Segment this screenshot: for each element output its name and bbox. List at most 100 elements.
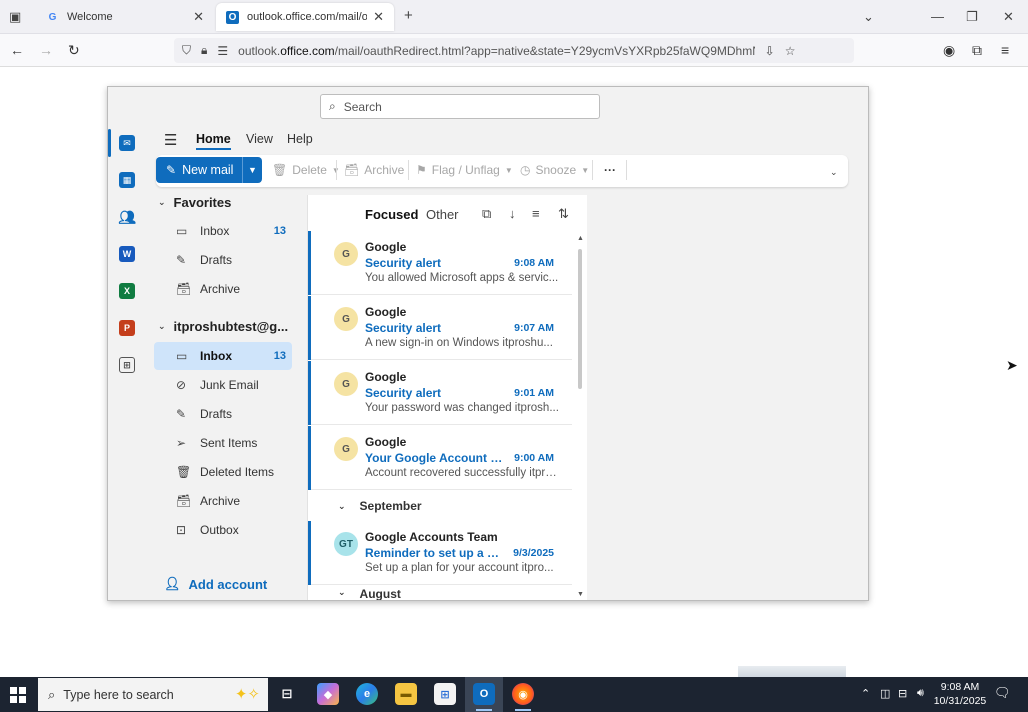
group-header-september[interactable]: ⌄ September xyxy=(308,491,572,521)
archive-button[interactable]: 🗃︎ Archive xyxy=(344,163,404,177)
powerpoint-icon[interactable]: P xyxy=(119,320,135,336)
url-path: /mail/oauthRedirect.html?app=native&stat… xyxy=(334,43,755,58)
list-item[interactable]: G Google Your Google Account was... 9:00… xyxy=(308,426,572,490)
scrollbar-thumb[interactable] xyxy=(578,249,582,389)
tab-welcome[interactable]: G Welcome ✕ xyxy=(36,3,214,31)
folder-favorites-inbox[interactable]: ▭ Inbox 13 xyxy=(154,217,292,245)
forward-icon[interactable]: → xyxy=(39,42,53,58)
list-all-tabs-icon[interactable]: ⌄ xyxy=(863,9,874,25)
folder-archive[interactable]: 🗃︎ Archive xyxy=(154,487,292,515)
expand-ribbon-icon[interactable]: ⌄ xyxy=(830,167,838,178)
browser-tab-bar: ▣ G Welcome ✕ O outlook.office.com/mail/… xyxy=(0,0,1028,34)
message-list-scrollbar[interactable]: ▲ ▼ xyxy=(577,235,584,600)
favorites-title: Favorites xyxy=(173,195,232,210)
snooze-button[interactable]: ◷ Snooze ▼ xyxy=(520,163,589,177)
list-item[interactable]: GT Google Accounts Team Reminder to set … xyxy=(308,521,572,585)
jump-down-icon[interactable]: ↓ xyxy=(509,206,516,221)
tab-outlook[interactable]: O outlook.office.com/mail/oauthR ✕ xyxy=(216,3,394,31)
file-explorer-icon[interactable]: ▬ xyxy=(395,683,417,705)
install-app-icon[interactable]: ⇩ xyxy=(765,44,775,58)
folder-drafts[interactable]: ✎ Drafts xyxy=(154,400,292,428)
minimize-icon[interactable]: — xyxy=(931,9,944,24)
account-icon[interactable]: ◉ xyxy=(943,42,955,59)
list-item[interactable]: G Google Security alert 9:07 AM A new si… xyxy=(308,296,572,360)
close-tab-icon[interactable]: ✕ xyxy=(373,9,384,25)
word-icon[interactable]: W xyxy=(119,246,135,262)
address-bar[interactable]: ⛉ 🔒︎ ☰ outlook. office.com /mail/oauthRe… xyxy=(174,38,854,63)
ribbon-divider xyxy=(592,160,593,180)
new-mail-dropdown[interactable]: ▼ xyxy=(242,157,262,183)
extensions-icon[interactable]: ⧉ xyxy=(972,42,982,59)
notifications-icon[interactable]: 🗨︎ xyxy=(994,685,1011,701)
tab-view[interactable]: View xyxy=(246,132,273,146)
scroll-up-icon[interactable]: ▲ xyxy=(577,235,584,242)
task-view-icon[interactable]: ⊟ xyxy=(276,683,298,705)
tab-help[interactable]: Help xyxy=(287,132,313,146)
filter-icon[interactable]: ≡ xyxy=(532,206,540,221)
tab-home[interactable]: Home xyxy=(196,132,231,150)
menu-icon[interactable]: ≡ xyxy=(1001,42,1009,58)
volume-icon[interactable]: 🔊︎ xyxy=(917,687,924,700)
tab-list-icon[interactable]: ▣ xyxy=(9,9,21,25)
folder-sent-items[interactable]: ➢ Sent Items xyxy=(154,429,292,457)
message-list: Focused Other ⧉ ↓ ≡ ⇅ G Google Security … xyxy=(307,195,587,600)
account-header[interactable]: ⌄ itproshubtest@g... xyxy=(158,319,288,334)
list-item[interactable]: G Google Security alert 9:08 AM You allo… xyxy=(308,231,572,295)
bookmark-star-icon[interactable]: ☆ xyxy=(785,44,796,58)
add-account-button[interactable]: 👤︎ Add account xyxy=(164,576,267,592)
active-app-indicator xyxy=(476,709,492,711)
folder-favorites-archive[interactable]: 🗃︎ Archive xyxy=(154,275,292,303)
favorites-header[interactable]: ⌄ Favorites xyxy=(158,195,231,210)
flag-button[interactable]: ⚑ Flag / Unflag ▼ xyxy=(416,163,513,177)
hamburger-icon[interactable]: ☰ xyxy=(164,131,177,149)
edge-icon[interactable]: e xyxy=(356,683,378,705)
select-mode-icon[interactable]: ⧉ xyxy=(482,206,491,222)
calendar-icon[interactable]: ▦ xyxy=(119,172,135,188)
network-icon[interactable]: ⊟ xyxy=(898,687,907,700)
mail-icon[interactable]: ✉ xyxy=(119,135,135,151)
outlook-taskbar-icon[interactable]: O xyxy=(473,683,495,705)
store-icon[interactable]: ⊞ xyxy=(434,683,456,705)
show-hidden-icons-icon[interactable]: ⌃ xyxy=(861,687,870,700)
rail-selection-indicator xyxy=(108,129,111,157)
search-input[interactable]: ⌕ Search xyxy=(320,94,600,119)
reload-icon[interactable]: ↻ xyxy=(68,42,80,59)
group-header-august[interactable]: ⌄ August xyxy=(308,587,572,600)
ribbon-divider xyxy=(408,160,409,180)
firefox-icon[interactable]: ◉ xyxy=(512,683,534,705)
taskbar-search-input[interactable]: ⌕ Type here to search ✦✧ xyxy=(38,678,268,711)
tab-focused[interactable]: Focused xyxy=(365,207,418,222)
folder-junk-email[interactable]: ⊘ Junk Email xyxy=(154,371,292,399)
copilot-icon[interactable]: ◆ xyxy=(317,683,339,705)
scroll-down-icon[interactable]: ▼ xyxy=(577,591,584,598)
windows-start-icon[interactable] xyxy=(10,687,26,703)
tab-other[interactable]: Other xyxy=(426,207,459,222)
new-mail-button[interactable]: ✎ New mail xyxy=(156,157,242,183)
message-time: 9/3/2025 xyxy=(513,547,554,559)
folder-deleted-items[interactable]: 🗑︎ Deleted Items xyxy=(154,458,292,486)
new-tab-button[interactable]: + xyxy=(404,7,413,24)
excel-icon[interactable]: X xyxy=(119,283,135,299)
lock-icon[interactable]: 🔒︎ xyxy=(201,43,207,58)
back-icon[interactable]: ← xyxy=(10,42,24,58)
folder-favorites-drafts[interactable]: ✎ Drafts xyxy=(154,246,292,274)
unread-indicator xyxy=(308,296,311,360)
system-clock[interactable]: 9:08 AM 10/31/2025 xyxy=(932,680,988,708)
folder-pane: ⌄ Favorites ▭ Inbox 13 ✎ Drafts 🗃︎ Archi… xyxy=(152,195,304,600)
shield-icon[interactable]: ⛉ xyxy=(182,43,191,58)
delete-button[interactable]: 🗑︎ Delete ▼ xyxy=(272,163,340,177)
permissions-icon[interactable]: ☰ xyxy=(217,44,228,58)
restore-icon[interactable]: ❐ xyxy=(966,9,978,25)
more-options-button[interactable]: ··· xyxy=(604,163,616,177)
people-icon[interactable]: 👥︎ xyxy=(118,209,136,225)
sort-icon[interactable]: ⇅ xyxy=(558,206,569,222)
meet-icon[interactable]: ◫ xyxy=(880,687,890,700)
close-tab-icon[interactable]: ✕ xyxy=(193,9,204,25)
search-icon: ⌕ xyxy=(329,99,336,113)
list-item[interactable]: G Google Security alert 9:01 AM Your pas… xyxy=(308,361,572,425)
folder-outbox[interactable]: ⊡ Outbox xyxy=(154,516,292,544)
folder-inbox[interactable]: ▭ Inbox 13 xyxy=(154,342,292,370)
archive-label: Archive xyxy=(364,163,405,177)
more-apps-icon[interactable]: ⊞ xyxy=(119,357,135,373)
window-close-icon[interactable]: ✕ xyxy=(1003,9,1014,25)
